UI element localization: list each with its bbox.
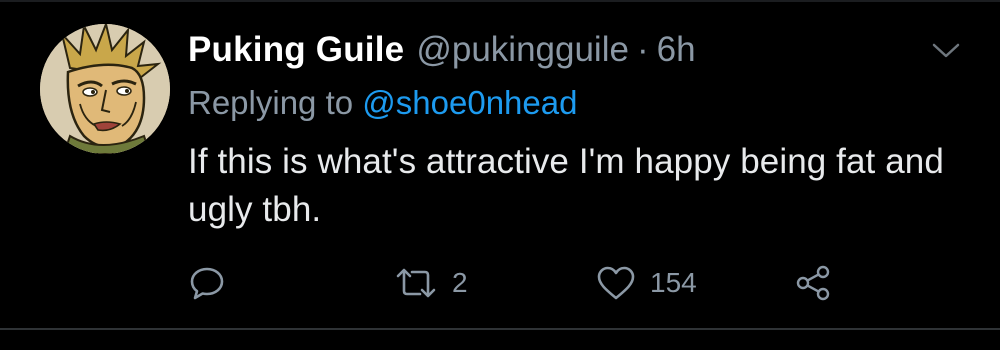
- user-handle[interactable]: @pukingguile: [416, 26, 629, 74]
- share-button[interactable]: [794, 258, 846, 308]
- tweet-header: Puking Guile @pukingguile · 6h: [188, 26, 696, 74]
- tweet-text: If this is what's attractive I'm happy b…: [188, 142, 944, 229]
- separator-dot: ·: [636, 30, 649, 69]
- bottom-divider: [0, 328, 1000, 330]
- comment-icon: [190, 267, 224, 300]
- heart-icon: [597, 266, 635, 300]
- retweet-icon: [396, 268, 436, 298]
- chevron-down-icon: [932, 43, 960, 58]
- more-options-button[interactable]: [926, 36, 966, 66]
- timestamp[interactable]: 6h: [657, 26, 696, 74]
- retweet-count: 2: [452, 267, 468, 298]
- like-count: 154: [650, 267, 697, 298]
- replying-to-label: Replying to: [188, 84, 354, 121]
- display-name[interactable]: Puking Guile: [188, 26, 404, 74]
- tweet-actions: 2 154: [188, 258, 888, 308]
- reply-button[interactable]: [188, 258, 240, 308]
- avatar[interactable]: [40, 24, 170, 154]
- replying-to: Replying to @shoe0nhead: [188, 80, 577, 126]
- like-button[interactable]: 154: [596, 258, 697, 308]
- share-icon: [796, 265, 830, 301]
- tweet[interactable]: Puking Guile @pukingguile · 6h Replying …: [0, 0, 1000, 328]
- retweet-button[interactable]: 2: [394, 258, 468, 308]
- replying-to-mention[interactable]: @shoe0nhead: [362, 84, 577, 121]
